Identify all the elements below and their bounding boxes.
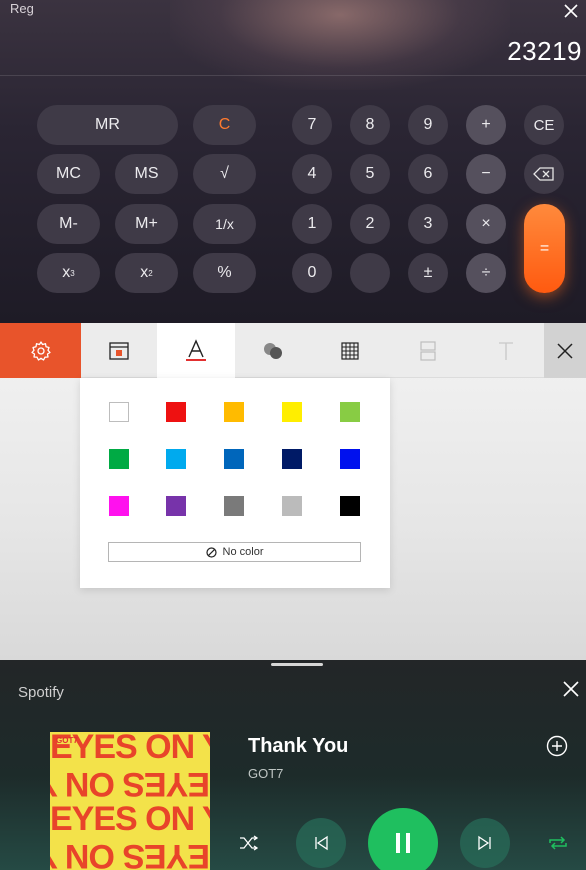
color-swatch[interactable] xyxy=(166,496,186,516)
repeat-button[interactable] xyxy=(545,830,571,856)
shape-fill-icon xyxy=(264,342,282,359)
pause-button[interactable] xyxy=(368,808,438,870)
m-plus-button[interactable]: M+ xyxy=(115,204,178,244)
calculator-title: Reg xyxy=(10,1,34,16)
digit-3-button[interactable]: 3 xyxy=(408,204,448,244)
color-swatch[interactable] xyxy=(109,402,129,422)
plus-button[interactable]: + xyxy=(466,105,506,145)
close-icon xyxy=(557,342,573,359)
style-panel: No color xyxy=(0,323,586,660)
next-icon xyxy=(478,835,491,851)
percent-button[interactable]: % xyxy=(193,253,256,293)
multiply-button[interactable]: × xyxy=(466,204,506,244)
plus-minus-button[interactable]: ± xyxy=(408,253,448,293)
color-picker: No color xyxy=(80,378,390,588)
album-badge: GOT7 xyxy=(56,736,78,745)
color-swatch[interactable] xyxy=(109,496,129,516)
equals-button[interactable]: = xyxy=(524,204,565,293)
clear-entry-button[interactable]: CE xyxy=(524,105,564,145)
color-swatch[interactable] xyxy=(282,402,302,422)
digit-9-button[interactable]: 9 xyxy=(408,105,448,145)
clear-button[interactable]: C xyxy=(193,105,256,145)
album-art: EYES ON YOU EYES ON YOU EYES ON YOU EYES… xyxy=(50,732,210,870)
text-button[interactable] xyxy=(467,323,544,378)
song-title: Thank You xyxy=(248,735,349,757)
table-button[interactable] xyxy=(311,323,389,378)
digit-7-button[interactable]: 7 xyxy=(292,105,332,145)
color-swatch[interactable] xyxy=(224,449,244,469)
reciprocal-button[interactable]: 1/x xyxy=(193,204,256,244)
color-swatch[interactable] xyxy=(282,449,302,469)
cube-base: x xyxy=(62,264,71,281)
close-icon[interactable] xyxy=(561,679,581,699)
digit-1-button[interactable]: 1 xyxy=(292,204,332,244)
font-color-icon xyxy=(186,338,206,361)
text-icon xyxy=(498,341,513,360)
repeat-icon xyxy=(549,836,567,850)
panel-close-button[interactable] xyxy=(544,323,586,378)
no-color-label: No color xyxy=(222,546,264,558)
table-grid-icon xyxy=(341,341,359,360)
album-line: EYES ON YOU xyxy=(50,800,210,838)
mr-button[interactable]: MR xyxy=(37,105,178,145)
decimal-button[interactable] xyxy=(350,253,390,293)
color-swatch[interactable] xyxy=(282,496,302,516)
artist-name: GOT7 xyxy=(248,766,284,781)
m-minus-button[interactable]: M- xyxy=(37,204,100,244)
style-toolbar xyxy=(0,323,586,378)
next-button[interactable] xyxy=(460,818,510,868)
no-color-button[interactable]: No color xyxy=(108,542,361,562)
minus-button[interactable]: − xyxy=(466,154,506,194)
drag-handle[interactable] xyxy=(271,663,323,666)
close-icon[interactable] xyxy=(562,2,580,20)
shuffle-button[interactable] xyxy=(236,830,262,856)
ms-button[interactable]: MS xyxy=(115,154,178,194)
previous-button[interactable] xyxy=(296,818,346,868)
digit-0-button[interactable]: 0 xyxy=(292,253,332,293)
square-button[interactable]: x2 xyxy=(115,253,178,293)
no-color-icon xyxy=(205,546,217,558)
color-swatch[interactable] xyxy=(166,449,186,469)
digit-2-button[interactable]: 2 xyxy=(350,204,390,244)
color-swatch[interactable] xyxy=(340,449,360,469)
square-base: x xyxy=(140,264,149,281)
color-swatch[interactable] xyxy=(340,496,360,516)
settings-button[interactable] xyxy=(0,323,81,378)
color-swatch[interactable] xyxy=(166,402,186,422)
calculator-display: 23219 xyxy=(507,36,582,66)
shape-fill-button[interactable] xyxy=(235,323,311,378)
album-line: EYES ON YOU xyxy=(50,837,210,870)
album-line: EYES ON YOU xyxy=(50,765,210,803)
backspace-icon xyxy=(533,167,554,181)
fill-layout-icon xyxy=(109,341,129,360)
cube-button[interactable]: x3 xyxy=(37,253,100,293)
previous-icon xyxy=(315,835,328,851)
sqrt-button[interactable]: √ xyxy=(193,154,256,194)
square-exponent: 2 xyxy=(148,268,153,278)
split-layout-button[interactable] xyxy=(389,323,467,378)
color-swatch[interactable] xyxy=(109,449,129,469)
color-swatch[interactable] xyxy=(224,496,244,516)
calculator-header: Reg 23219 xyxy=(0,0,586,76)
divide-button[interactable]: ÷ xyxy=(466,253,506,293)
split-layout-icon xyxy=(420,340,436,361)
calculator-widget: Reg 23219 MR C MC MS √ M- M+ 1/x x3 x2 %… xyxy=(0,0,586,323)
font-color-button[interactable] xyxy=(157,323,235,378)
gear-icon xyxy=(30,340,51,361)
backspace-button[interactable] xyxy=(524,154,564,194)
digit-8-button[interactable]: 8 xyxy=(350,105,390,145)
digit-5-button[interactable]: 5 xyxy=(350,154,390,194)
fill-layout-button[interactable] xyxy=(81,323,157,378)
cube-exponent: 3 xyxy=(70,268,75,278)
pause-icon xyxy=(396,833,410,853)
mc-button[interactable]: MC xyxy=(37,154,100,194)
color-swatch[interactable] xyxy=(224,402,244,422)
color-swatch[interactable] xyxy=(340,402,360,422)
digit-4-button[interactable]: 4 xyxy=(292,154,332,194)
add-icon[interactable] xyxy=(546,735,568,757)
spotify-widget: Spotify EYES ON YOU EYES ON YOU EYES ON … xyxy=(0,660,586,870)
shuffle-icon xyxy=(240,835,259,851)
spotify-title: Spotify xyxy=(18,684,64,701)
digit-6-button[interactable]: 6 xyxy=(408,154,448,194)
